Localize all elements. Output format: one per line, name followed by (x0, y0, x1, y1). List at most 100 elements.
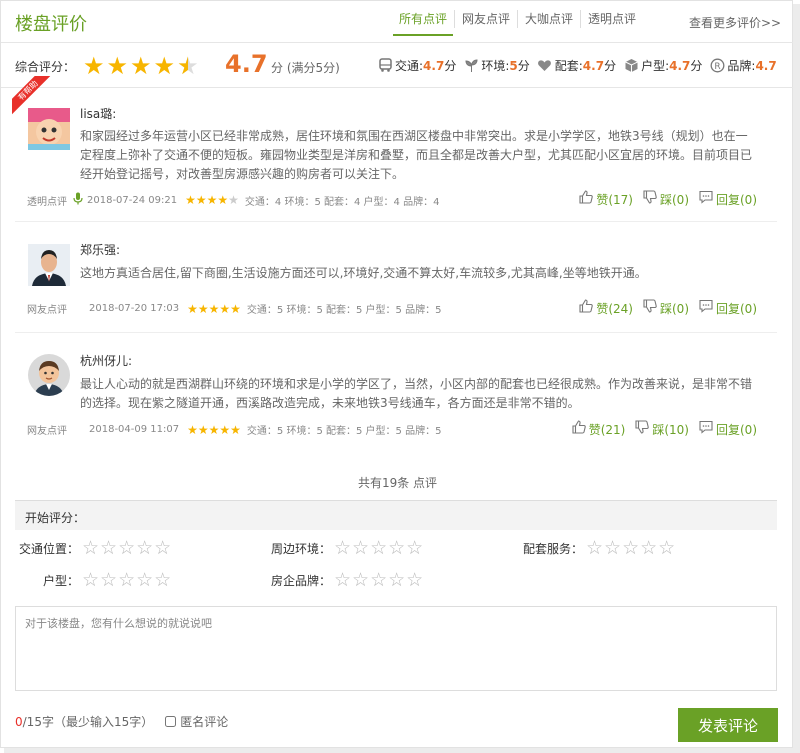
overall-rating: 综合评分： ★ ★ ★ ★ ★ ★ 4.7 分 (满分5分) 交通: 4.7 分 环… (1, 44, 794, 88)
subscore-environment: 环境: 5分 (463, 57, 530, 74)
comment-icon (699, 299, 713, 317)
star-icon: ★ (130, 52, 152, 80)
registered-icon: R (709, 58, 725, 74)
cube-icon (623, 58, 639, 74)
tab-user-reviews[interactable]: 网友点评 (454, 10, 517, 28)
reply-button[interactable]: 回复(0) (699, 299, 757, 317)
rating-field-facilities: 配套服务： ☆☆☆☆☆ (519, 537, 676, 559)
review-actions: 赞(17) 踩(0) 回复(0) (569, 190, 757, 208)
rating-field-label: 房企品牌： (270, 573, 331, 588)
review-scores: 交通：4 环境：5 配套：4 户型：4 品牌：4 (244, 196, 440, 208)
dislike-button[interactable]: 踩(0) (643, 299, 689, 317)
review-scores: 交通：5 环境：5 配套：5 户型：5 品牌：5 (246, 305, 442, 316)
svg-text:R: R (714, 62, 720, 72)
review-textarea[interactable] (15, 606, 777, 691)
overall-unit: 分 (满分5分) (271, 61, 340, 75)
char-count-current: 0 (15, 714, 23, 729)
like-button[interactable]: 赞(17) (579, 190, 633, 208)
subscore-brand: R 品牌: 4.7 (709, 57, 777, 74)
review-panel: 楼盘评价 所有点评 网友点评 大咖点评 透明点评 查看更多评价>> 综合评分： … (0, 0, 794, 748)
rating-field-environment: 周边环境： ☆☆☆☆☆ (267, 537, 424, 559)
avatar[interactable] (28, 354, 70, 396)
anonymous-checkbox[interactable] (165, 716, 177, 727)
review-item: 有帮助 lisa璐: 和家园经过多年运营小区已经非常成熟，居住环境和氛围在西湖区… (12, 76, 777, 222)
review-meta: 透明点评 2018-07-24 09:21 ★★★★★ 交通：4 环境：5 配套… (27, 192, 439, 208)
sub-scores: 交通: 4.7 分 环境: 5分 配套: 4.7 分 户型: 4.7 分 R 品… (377, 57, 784, 74)
char-count-rule: /15字（最少输入15字） (22, 715, 154, 729)
panel-title: 楼盘评价 (15, 14, 87, 35)
overall-score: 4.7 (225, 50, 268, 78)
reviewer-name[interactable]: 杭州伢儿: (80, 352, 132, 369)
review-total[interactable]: 共有19条 点评 (1, 474, 794, 491)
review-item: 杭州伢儿: 最让人心动的就是西湖群山环绕的环境和求是小学的学区了，当然，小区内部… (15, 334, 777, 454)
thumbs-up-icon (579, 299, 594, 317)
bus-icon (377, 58, 393, 74)
review-source: 网友点评 (27, 305, 67, 316)
microphone-icon (73, 192, 83, 208)
rating-field-label: 周边环境： (270, 541, 331, 556)
panel-header: 楼盘评价 所有点评 网友点评 大咖点评 透明点评 查看更多评价>> (1, 1, 794, 43)
filter-tabs: 所有点评 网友点评 大咖点评 透明点评 (392, 10, 643, 28)
thumbs-down-icon (643, 190, 657, 208)
reply-button[interactable]: 回复(0) (699, 190, 757, 208)
thumbs-up-icon (572, 420, 586, 438)
rating-field-brand: 房企品牌： ☆☆☆☆☆ (267, 569, 424, 591)
rating-stars-input[interactable]: ☆☆☆☆☆ (334, 569, 424, 591)
helpful-badge: 有帮助 (12, 76, 52, 116)
comment-icon (699, 420, 713, 438)
char-counter: 0 /15字（最少输入15字） 匿名评论 (15, 713, 228, 730)
review-text: 和家园经过多年运营小区已经非常成熟，居住环境和氛围在西湖区楼盘中非常突出。求是小… (80, 129, 753, 181)
active-tab-indicator (393, 34, 453, 36)
rating-form-header: 开始评分： (15, 500, 777, 530)
review-date: 2018-07-24 09:21 (87, 194, 178, 206)
like-button[interactable]: 赞(24) (579, 299, 633, 317)
subscore-traffic: 交通: 4.7 分 (377, 57, 456, 74)
review-text: 这地方真适合居住,留下商圈,生活设施方面还可以,环境好,交通不算太好,车流较多,… (80, 266, 647, 280)
review-stars: ★★★★★ (187, 301, 241, 316)
tab-transparent-reviews[interactable]: 透明点评 (580, 10, 643, 28)
tab-all-reviews[interactable]: 所有点评 (392, 10, 454, 28)
review-actions: 赞(21) 踩(10) 回复(0) (562, 420, 757, 438)
star-icon: ★ (83, 52, 105, 80)
reviewer-name[interactable]: 郑乐强: (80, 241, 120, 258)
rating-stars-input[interactable]: ☆☆☆☆☆ (586, 537, 676, 559)
panel-shadow (793, 4, 800, 753)
panel-shadow (4, 748, 800, 753)
sprout-icon (463, 58, 479, 74)
review-source: 透明点评 (27, 196, 67, 208)
rating-form-title: 开始评分： (25, 511, 86, 525)
subscore-facilities: 配套: 4.7 分 (537, 57, 616, 74)
avatar[interactable] (28, 244, 70, 286)
rating-stars-input[interactable]: ☆☆☆☆☆ (82, 569, 172, 591)
anonymous-label: 匿名评论 (180, 715, 229, 729)
rating-field-label: 交通位置： (18, 541, 79, 556)
review-item: 郑乐强: 这地方真适合居住,留下商圈,生活设施方面还可以,环境好,交通不算太好,… (15, 223, 777, 333)
like-button[interactable]: 赞(21) (572, 420, 625, 438)
dislike-button[interactable]: 踩(10) (635, 420, 689, 438)
rating-stars-input[interactable]: ☆☆☆☆☆ (334, 537, 424, 559)
star-icon: ★ (106, 52, 129, 80)
anonymous-option[interactable]: 匿名评论 (165, 713, 228, 730)
thumbs-up-icon (579, 190, 594, 208)
rating-field-layout: 户型： ☆☆☆☆☆ (15, 569, 172, 591)
reviewer-name[interactable]: lisa璐: (80, 105, 116, 122)
review-scores: 交通：5 环境：5 配套：5 户型：5 品牌：5 (246, 426, 442, 437)
dislike-button[interactable]: 踩(0) (643, 190, 689, 208)
submit-review-button[interactable]: 发表评论 (678, 708, 778, 742)
review-actions: 赞(24) 踩(0) 回复(0) (569, 299, 757, 317)
review-date: 2018-04-09 11:07 (89, 424, 180, 435)
rating-field-label: 户型： (42, 573, 79, 588)
rating-stars-input[interactable]: ☆☆☆☆☆ (82, 537, 172, 559)
reply-button[interactable]: 回复(0) (699, 420, 757, 438)
review-stars: ★★★★★ (187, 422, 241, 437)
thumbs-down-icon (643, 299, 657, 317)
review-stars: ★★★★★ (185, 193, 239, 207)
review-date: 2018-07-20 17:03 (89, 303, 180, 314)
thumbs-down-icon (635, 420, 650, 438)
review-meta: 网友点评 2018-04-09 11:07 ★★★★★ 交通：5 环境：5 配套… (27, 422, 442, 438)
overall-stars: ★ ★ ★ ★ ★ ★ (83, 53, 201, 79)
tab-expert-reviews[interactable]: 大咖点评 (517, 10, 580, 28)
rating-field-traffic: 交通位置： ☆☆☆☆☆ (15, 537, 172, 559)
more-reviews-link[interactable]: 查看更多评价>> (689, 14, 781, 31)
star-icon: ★ (153, 52, 176, 80)
